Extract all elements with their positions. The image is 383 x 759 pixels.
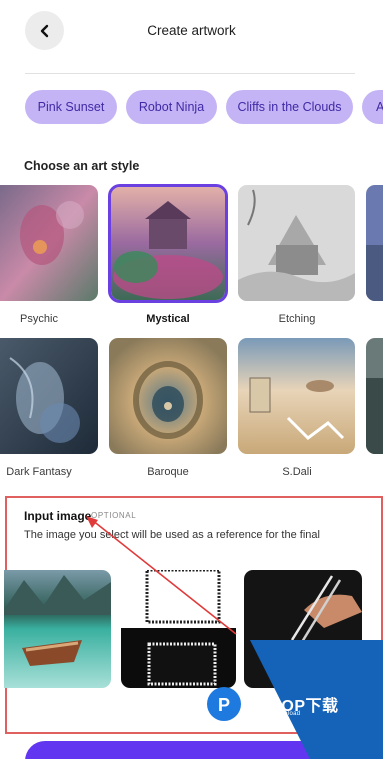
squares-thumbnail [121,570,236,688]
page-title: Create artwork [147,23,236,38]
chip-pink-sunset[interactable]: Pink Sunset [25,90,117,124]
baroque-thumbnail [109,338,227,454]
style-tile-etching[interactable] [238,185,355,301]
sdali-thumbnail [238,338,355,454]
dark-fantasy-thumbnail [0,338,98,454]
etching-thumbnail [238,185,355,301]
style-label-baroque: Baroque [147,466,189,478]
chopsticks-thumbnail [244,570,362,688]
style-tile-partial-2[interactable] [366,338,383,454]
input-image-description: The image you select will be used as a r… [24,529,320,541]
style-label-etching: Etching [278,313,316,325]
partial-thumbnail-2 [366,338,383,454]
app-header: Create artwork [0,0,383,74]
input-image-heading: Input image [24,509,92,523]
watermark-subtext: PCPOP Download [247,711,301,717]
input-image-option-chopsticks[interactable] [244,570,362,688]
input-image-option-lake[interactable] [4,570,111,688]
optional-tag: OPTIONAL [91,511,137,520]
input-image-option-squares[interactable] [121,570,236,688]
header-divider [25,73,355,74]
chip-partial[interactable]: A [362,90,383,124]
mystical-thumbnail [111,187,225,300]
psychic-thumbnail [0,185,98,301]
style-tile-sdali[interactable] [238,338,355,454]
style-label-psychic: Psychic [20,313,58,325]
style-label-mystical: Mystical [146,313,190,325]
create-button[interactable] [25,741,358,759]
lake-thumbnail [4,570,111,688]
style-label-sdali: S.Dali [282,466,312,478]
chip-robot-ninja[interactable]: Robot Ninja [126,90,217,124]
style-tile-mystical[interactable] [108,184,228,303]
chip-cliffs-in-the-clouds[interactable]: Cliffs in the Clouds [226,90,353,124]
prompt-chip-row: Pink Sunset Robot Ninja Cliffs in the Cl… [0,90,383,124]
style-tile-baroque[interactable] [109,338,227,454]
art-style-heading: Choose an art style [24,159,140,173]
style-tile-dark-fantasy[interactable] [0,338,98,454]
style-tile-partial-1[interactable] [366,185,383,301]
style-label-dark-fantasy: Dark Fantasy [6,466,72,478]
partial-thumbnail [366,185,383,301]
style-tile-psychic[interactable] [0,185,98,301]
